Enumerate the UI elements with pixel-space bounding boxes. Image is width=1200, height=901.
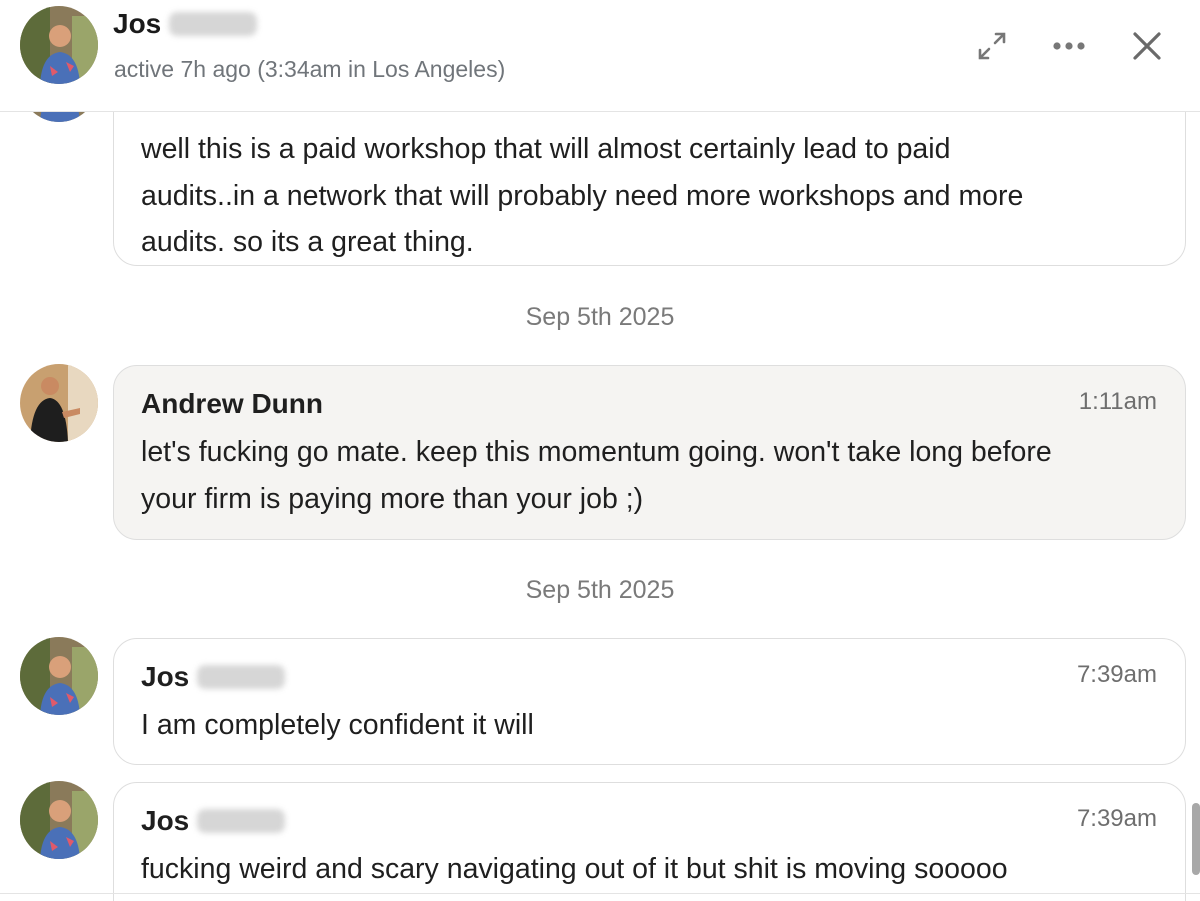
expand-icon bbox=[978, 32, 1006, 60]
message-time: 7:39am bbox=[1076, 805, 1157, 832]
message-avatar[interactable] bbox=[20, 781, 98, 859]
redacted-surname bbox=[197, 809, 286, 833]
more-options-button[interactable] bbox=[1047, 24, 1091, 68]
message-text: fucking weird and scary navigating out o… bbox=[141, 853, 1008, 885]
divider bbox=[0, 893, 1200, 894]
contact-status: active 7h ago (3:34am in Los Angeles) bbox=[114, 56, 506, 82]
message-avatar[interactable] bbox=[20, 364, 98, 442]
contact-name: Jos bbox=[113, 8, 258, 40]
message-thread[interactable]: well this is a paid workshop that will a… bbox=[0, 112, 1200, 901]
message-time: 7:39am bbox=[1076, 661, 1157, 688]
conversation-header: Jos active 7h ago (3:34am in Los Angeles… bbox=[0, 0, 1200, 112]
message-time: 1:11am bbox=[1078, 388, 1157, 415]
message-text: let's fucking go mate. keep this momentu… bbox=[141, 436, 1052, 515]
date-separator: Sep 5th 2025 bbox=[525, 303, 675, 331]
message-avatar[interactable] bbox=[20, 112, 98, 122]
message-bubble: well this is a paid workshop that will a… bbox=[113, 112, 1186, 266]
message-bubble: Jos 7:39am fucking weird and scary navig… bbox=[113, 782, 1186, 901]
contact-avatar[interactable] bbox=[20, 6, 98, 84]
close-icon bbox=[1133, 32, 1161, 60]
expand-button[interactable] bbox=[970, 24, 1014, 68]
message-sender: Jos bbox=[141, 661, 286, 693]
redacted-surname bbox=[169, 12, 258, 36]
date-separator: Sep 5th 2025 bbox=[525, 576, 675, 604]
message-avatar[interactable] bbox=[20, 637, 98, 715]
scrollbar-thumb[interactable] bbox=[1192, 803, 1200, 875]
message-text: well this is a paid workshop that will a… bbox=[141, 133, 1024, 258]
message-sender: Jos bbox=[141, 805, 286, 837]
redacted-surname bbox=[197, 665, 286, 689]
message-text: I am completely confident it will bbox=[141, 709, 534, 741]
close-button[interactable] bbox=[1125, 24, 1169, 68]
message-sender: Andrew Dunn bbox=[141, 388, 323, 419]
more-options-icon bbox=[1053, 42, 1085, 50]
message-bubble: Andrew Dunn 1:11am let's fucking go mate… bbox=[113, 365, 1186, 540]
message-bubble: Jos 7:39am I am completely confident it … bbox=[113, 638, 1186, 765]
